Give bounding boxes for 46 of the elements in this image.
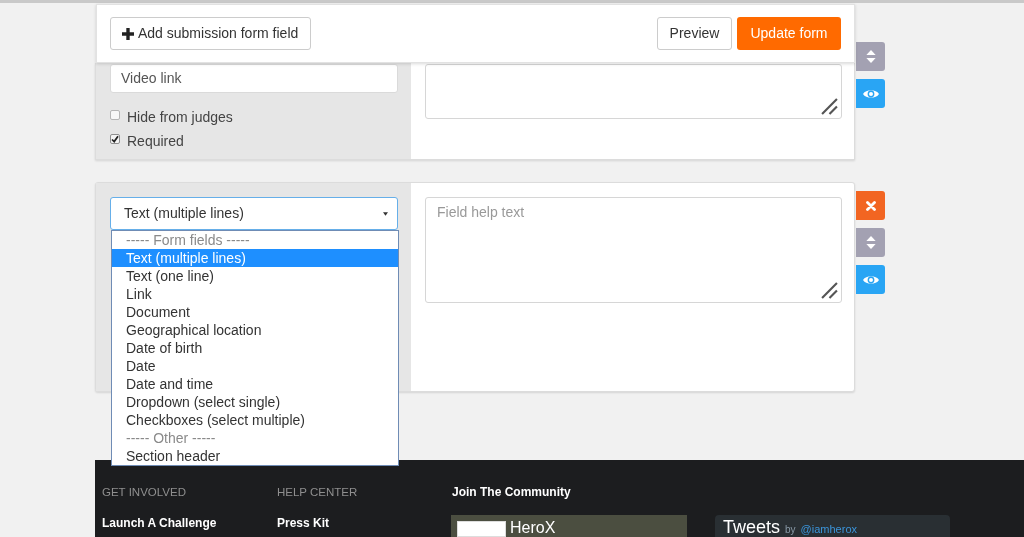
dropdown-option[interactable]: Section header (112, 447, 398, 465)
resize-grip-icon (821, 282, 838, 299)
dropdown-option[interactable]: Geographical location (112, 321, 398, 339)
add-field-button[interactable]: Add submission form field (110, 17, 312, 50)
caret-icon (383, 211, 388, 216)
field-type-select[interactable]: Text (multiple lines) (110, 197, 398, 230)
eye-icon (862, 88, 879, 99)
page-name-link[interactable]: HeroX (510, 519, 556, 536)
footer-link[interactable]: Launch A Challenge (102, 516, 217, 530)
checkmark-icon (111, 135, 119, 143)
footer-link[interactable]: Press Kit (277, 516, 330, 530)
label-input-field[interactable]: Video link (110, 64, 398, 93)
reorder-button[interactable] (856, 228, 885, 257)
checkbox-label: Required (127, 131, 184, 151)
option-group-label: ----- Form fields ----- (125, 231, 251, 249)
checkbox-label: Hide from judges (127, 107, 233, 127)
footer-heading: HELP CENTER (277, 485, 358, 499)
widget-title: Tweets (723, 518, 781, 536)
up-down-arrows-icon (865, 236, 876, 249)
dropdown-option[interactable]: Date (112, 357, 398, 375)
reorder-button[interactable] (856, 42, 885, 71)
byline-text: by (785, 525, 796, 535)
dropdown-option[interactable]: Document (112, 303, 398, 321)
profile-picture-placeholder (457, 521, 506, 537)
resize-grip-icon (821, 98, 838, 115)
checkbox[interactable] (110, 110, 120, 120)
dropdown-option[interactable]: Checkboxes (select multiple) (112, 411, 398, 429)
preview-button[interactable]: Preview (657, 17, 732, 50)
visibility-button[interactable] (856, 265, 885, 294)
up-down-arrows-icon (865, 50, 876, 63)
eye-icon (862, 274, 879, 285)
help-text-field[interactable] (425, 64, 842, 119)
option-group-label: ----- Other ----- (125, 429, 217, 447)
dropdown-option[interactable]: Link (112, 285, 398, 303)
footer-heading: Join The Community (452, 485, 571, 499)
dropdown-option[interactable]: Text (one line) (112, 267, 398, 285)
dropdown-option[interactable]: Date and time (112, 375, 398, 393)
dropdown-option[interactable]: Date of birth (112, 339, 398, 357)
delete-button[interactable] (856, 191, 885, 220)
visibility-button[interactable] (856, 79, 885, 108)
footer-heading: GET INVOLVED (102, 485, 186, 499)
account-handle-link[interactable]: @iamherox (800, 524, 857, 535)
dropdown-option[interactable]: Dropdown (select single) (112, 393, 398, 411)
close-icon (865, 200, 876, 211)
plus-icon (122, 27, 134, 40)
checkbox[interactable] (110, 134, 120, 144)
